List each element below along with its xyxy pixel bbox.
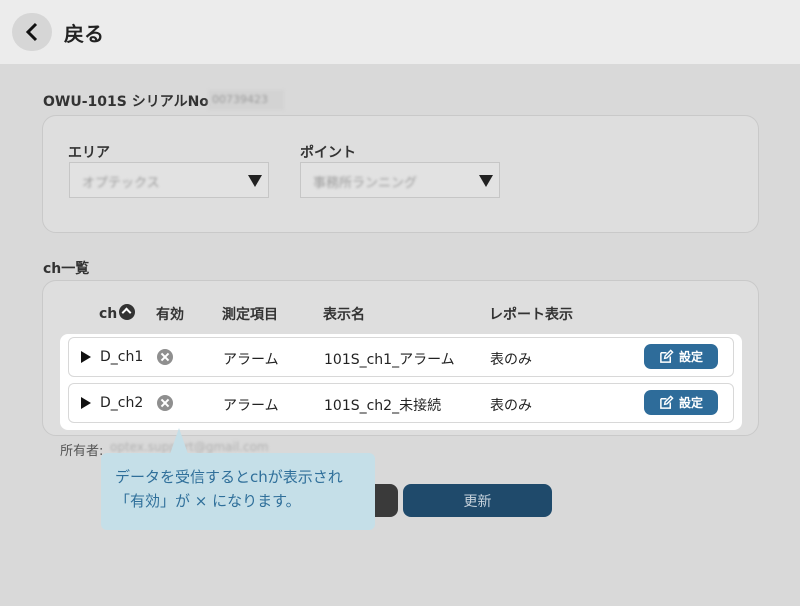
settings-button-label: 設定	[678, 396, 703, 410]
area-select[interactable]: オプテックス	[69, 162, 269, 198]
row-name: 101S_ch2_未接続	[324, 398, 442, 414]
caret-down-icon	[248, 175, 262, 187]
back-title[interactable]: 戻る	[64, 18, 104, 47]
owner-label: 所有者:	[60, 444, 104, 459]
expand-triangle-icon[interactable]	[81, 397, 91, 409]
disabled-x-icon	[157, 395, 173, 411]
update-button[interactable]: 更新	[403, 484, 552, 517]
row-ch: D_ch1	[100, 349, 144, 365]
expand-triangle-icon[interactable]	[81, 351, 91, 363]
callout-line-2: 「有効」が × になります。	[115, 492, 301, 510]
point-select-value: 事務所ランニング	[313, 176, 418, 191]
ch-list-title: ch一覧	[43, 261, 90, 277]
area-select-value: オプテックス	[82, 176, 160, 191]
row-report: 表のみ	[490, 398, 532, 414]
table-row: D_ch1 アラーム 101S_ch1_アラーム 表のみ 設定	[68, 337, 734, 377]
serial-value: 00739423	[208, 90, 284, 110]
top-bar: 戻る	[0, 0, 800, 64]
settings-button[interactable]: 設定	[644, 344, 718, 369]
help-callout: データを受信するとchが表示され 「有効」が × になります。	[101, 453, 375, 530]
settings-button-label: 設定	[678, 350, 703, 364]
column-header-name: 表示名	[323, 307, 365, 323]
row-ch: D_ch2	[100, 395, 144, 411]
point-label: ポイント	[300, 145, 356, 161]
edit-icon	[660, 395, 674, 409]
row-report: 表のみ	[490, 352, 532, 368]
sort-asc-icon[interactable]	[119, 304, 136, 320]
chevron-left-icon	[25, 22, 38, 42]
area-label: エリア	[68, 145, 110, 161]
column-header-enabled: 有効	[156, 307, 184, 323]
column-header-ch[interactable]: ch	[99, 304, 136, 322]
row-name: 101S_ch1_アラーム	[324, 352, 455, 368]
table-row: D_ch2 アラーム 101S_ch2_未接続 表のみ 設定	[68, 383, 734, 423]
edit-icon	[660, 349, 674, 363]
disabled-x-icon	[157, 349, 173, 365]
row-item: アラーム	[223, 352, 279, 368]
column-header-report: レポート表示	[489, 307, 573, 323]
serial-label: OWU-101S シリアルNo.:	[43, 94, 220, 110]
caret-down-icon	[479, 175, 493, 187]
column-header-ch-label: ch	[99, 306, 118, 322]
callout-pointer	[170, 428, 188, 454]
back-button[interactable]	[12, 13, 52, 51]
row-item: アラーム	[223, 398, 279, 414]
column-header-item: 測定項目	[222, 307, 278, 323]
point-select[interactable]: 事務所ランニング	[300, 162, 500, 198]
callout-line-1: データを受信するとchが表示され	[115, 468, 343, 486]
settings-button[interactable]: 設定	[644, 390, 718, 415]
